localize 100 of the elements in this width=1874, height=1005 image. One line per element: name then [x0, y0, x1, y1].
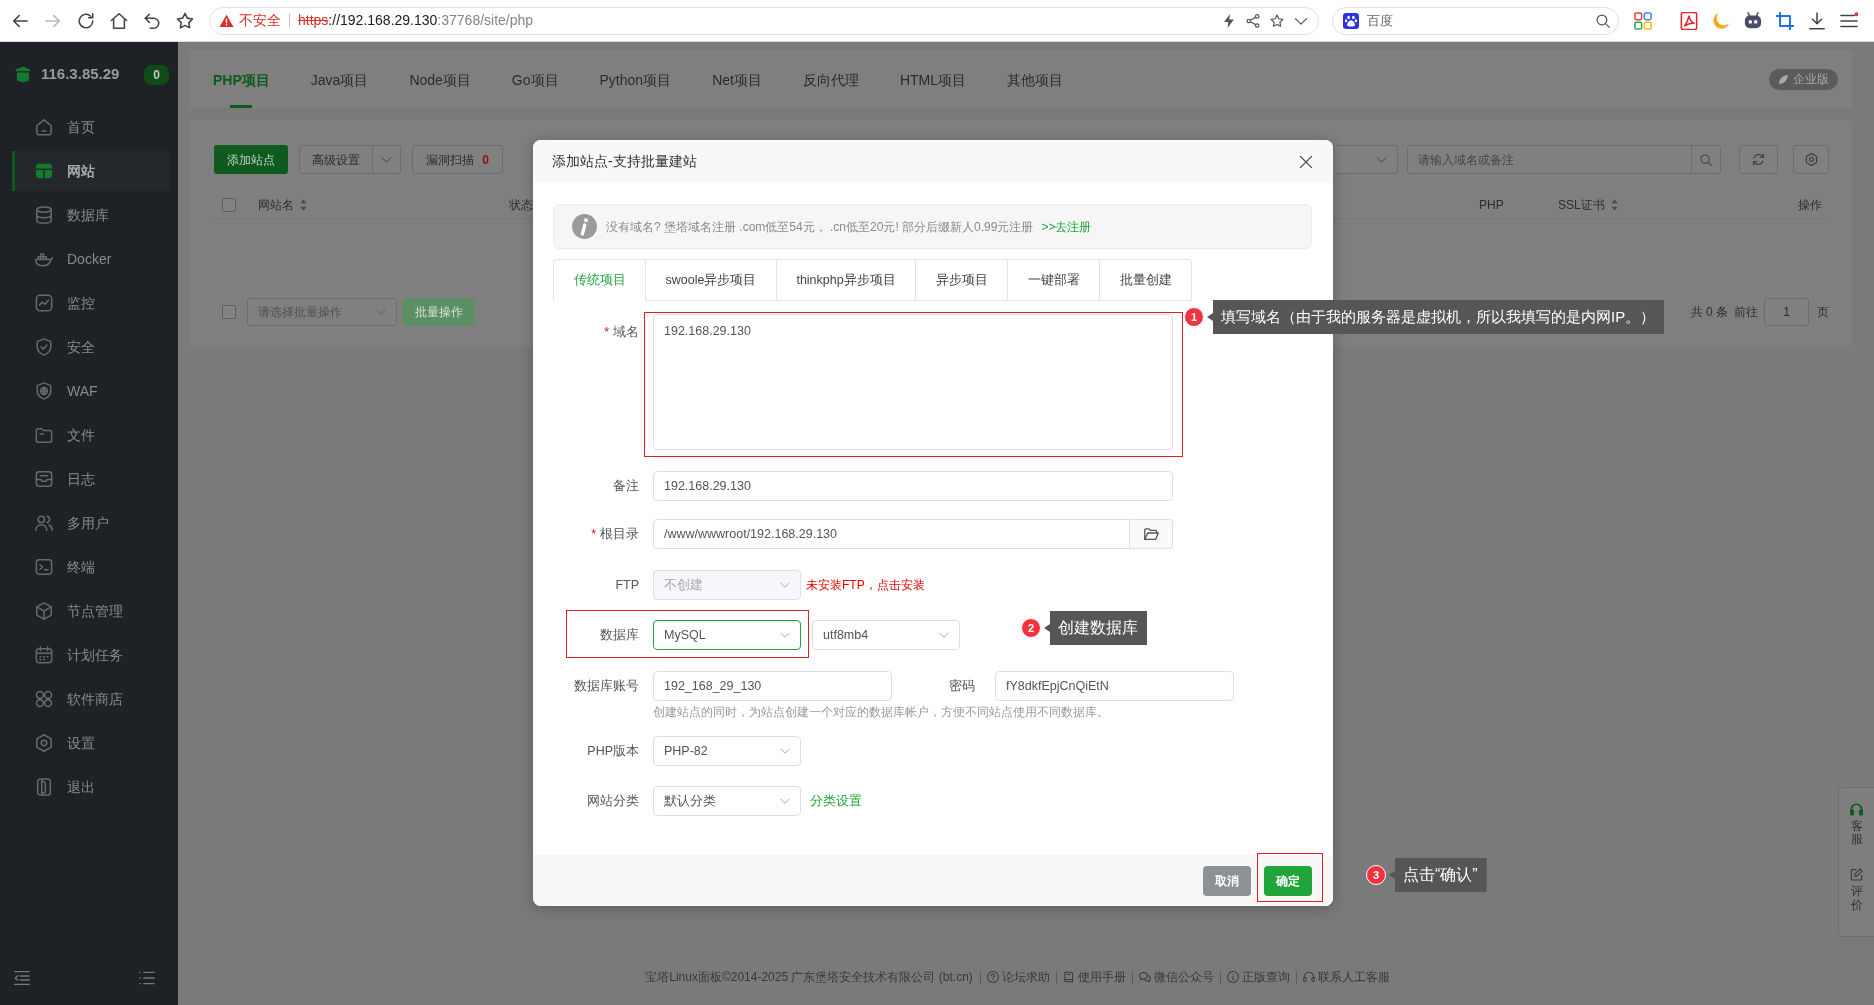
footer-link[interactable]: 论坛求助	[979, 970, 1056, 984]
project-tab[interactable]: HTML项目	[899, 50, 967, 108]
path-field[interactable]: /www/wwwroot/192.168.29.130	[653, 519, 1130, 549]
domain-field[interactable]: 192.168.29.130	[653, 314, 1173, 450]
project-tab[interactable]: 反向代理	[802, 50, 859, 108]
undo-icon[interactable]	[143, 11, 161, 30]
field-label: 密码	[949, 677, 975, 695]
sidebar-item[interactable]: 节点管理	[12, 591, 170, 631]
settings-button[interactable]	[1793, 145, 1829, 174]
project-type-tab[interactable]: 异步项目	[916, 259, 1009, 301]
project-tab[interactable]: Java项目	[310, 50, 369, 108]
refresh-button[interactable]	[1739, 145, 1778, 174]
sidebar-item[interactable]: 多用户	[12, 503, 170, 543]
php-version-select[interactable]: PHP-82	[653, 736, 801, 766]
category-select[interactable]: 默认分类	[653, 786, 801, 816]
sidebar-item[interactable]: 数据库	[12, 195, 170, 235]
sidebar-item[interactable]: 文件	[12, 415, 170, 455]
download-icon[interactable]	[1808, 11, 1826, 30]
project-type-tab[interactable]: 一键部署	[1008, 259, 1101, 301]
scan-button[interactable]: 漏洞扫描 0	[412, 145, 503, 174]
field-label: * 域名	[603, 324, 639, 341]
cancel-button[interactable]: 取消	[1203, 865, 1251, 896]
field-label: 网站分类	[586, 792, 639, 810]
footer-link[interactable]: 联系人工客服	[1295, 970, 1396, 984]
password-field[interactable]: fY8dkfEpjCnQiEtN	[995, 671, 1234, 701]
field-label: FTP	[614, 576, 639, 594]
collapse-icon[interactable]	[14, 970, 30, 986]
sidebar-item[interactable]: WAF	[12, 371, 170, 411]
star-icon[interactable]	[1270, 13, 1284, 28]
sidebar-item[interactable]: Docker	[12, 239, 170, 279]
project-type-tab[interactable]: thinkphp异步项目	[776, 259, 917, 301]
page-field[interactable]: 1	[1764, 298, 1809, 326]
star-icon[interactable]	[176, 11, 194, 30]
pdf-icon[interactable]	[1680, 11, 1698, 30]
sidebar-item[interactable]: 安全	[12, 327, 170, 367]
search-input[interactable]: 百度	[1367, 8, 1586, 33]
apps-grid-icon[interactable]	[1634, 11, 1652, 30]
folder-button[interactable]	[1130, 519, 1173, 549]
footer-link[interactable]: 使用手册	[1055, 970, 1132, 984]
widget-label[interactable]: 客服	[1850, 820, 1863, 847]
field-label: PHP版本	[586, 742, 639, 760]
checkbox[interactable]	[222, 305, 236, 319]
chevron-down-icon	[376, 307, 386, 317]
sidebar-item[interactable]: 首页	[12, 107, 170, 147]
checkbox[interactable]	[222, 197, 236, 212]
db-user-field[interactable]: 192_168_29_130	[653, 671, 892, 701]
charset-select[interactable]: utf8mb4	[812, 620, 960, 650]
project-type-tab[interactable]: swoole异步项目	[646, 259, 777, 301]
sidebar-item[interactable]: 网站	[12, 151, 170, 191]
project-type-tab[interactable]: 批量创建	[1100, 259, 1193, 301]
robot-icon[interactable]	[1744, 11, 1762, 30]
footer-link[interactable]: 微信公众号	[1131, 970, 1220, 984]
sidebar-item[interactable]: 终端	[12, 547, 170, 587]
project-tab[interactable]: Net项目	[712, 50, 762, 108]
column-header[interactable]: 网站名	[258, 195, 294, 214]
field-label: 数据库账号	[573, 677, 639, 695]
category-settings-link[interactable]: 分类设置	[810, 791, 862, 811]
widget-label[interactable]: 评价	[1850, 885, 1863, 912]
sidebar-item[interactable]: 日志	[12, 459, 170, 499]
crop-icon[interactable]	[1776, 11, 1794, 30]
column-header[interactable]: SSL证书	[1558, 195, 1605, 214]
confirm-button[interactable]: 确定	[1264, 865, 1312, 896]
info-icon	[572, 214, 597, 239]
project-tab[interactable]: Go项目	[511, 50, 559, 108]
project-tab[interactable]: 其他项目	[1007, 50, 1064, 108]
close-icon[interactable]	[1299, 154, 1313, 169]
list-icon[interactable]	[139, 970, 155, 986]
notice-text: 没有域名? 堡塔域名注册 .com低至54元， .cn低至20元! 部分后缀新人0.99元注册	[606, 218, 1034, 236]
chevron-down-icon	[780, 630, 790, 640]
edition-badge[interactable]: 企业版	[1769, 68, 1838, 90]
sort-icon[interactable]	[1610, 198, 1618, 211]
project-tab[interactable]: Node项目	[409, 50, 471, 108]
count-badge: 0	[144, 64, 169, 85]
sidebar-item[interactable]: 退出	[12, 767, 170, 807]
whale-icon	[35, 250, 53, 268]
project-tab[interactable]: Python项目	[599, 50, 672, 108]
sidebar-item[interactable]: 设置	[12, 723, 170, 763]
footer-link[interactable]: 正版查询	[1219, 970, 1296, 984]
chevron-down-icon	[1376, 154, 1387, 165]
dropdown-toggle[interactable]	[373, 145, 401, 174]
register-link[interactable]: >>去注册	[1041, 217, 1092, 236]
database-select[interactable]: MySQL	[653, 620, 801, 650]
lightning-icon[interactable]	[1222, 13, 1236, 28]
edit-icon[interactable]	[1850, 868, 1863, 882]
sort-icon[interactable]	[300, 198, 307, 211]
menu-icon[interactable]	[1840, 11, 1858, 30]
reload-icon[interactable]	[77, 11, 95, 30]
add-site-button[interactable]: 添加站点	[214, 145, 288, 174]
remark-field[interactable]: 192.168.29.130	[653, 471, 1173, 501]
security-label[interactable]: 不安全	[239, 13, 290, 28]
sidebar-item[interactable]: 计划任务	[12, 635, 170, 675]
advanced-settings-button[interactable]: 高级设置	[299, 145, 373, 174]
sidebar-item[interactable]: 监控	[12, 283, 170, 323]
project-type-tab[interactable]: 传统项目	[553, 259, 646, 301]
search-icon[interactable]	[1596, 13, 1610, 28]
address-bar[interactable]: 不安全 https://192.168.29.130:37768/site/php	[209, 6, 1319, 35]
share-icon[interactable]	[1246, 13, 1260, 28]
home-icon[interactable]	[110, 11, 128, 30]
sidebar-item[interactable]: 软件商店	[12, 679, 170, 719]
field-label: 备注	[612, 477, 639, 495]
